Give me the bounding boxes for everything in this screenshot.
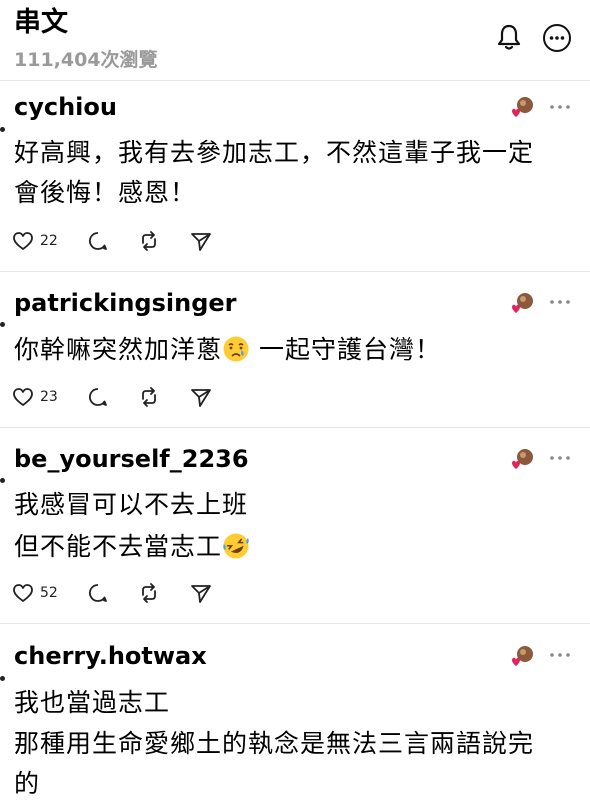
comment-icon[interactable] xyxy=(87,386,109,408)
thread-dot xyxy=(0,676,5,681)
thread-dot xyxy=(0,127,5,132)
like-count: 22 xyxy=(40,233,58,249)
repost-icon[interactable] xyxy=(138,230,160,252)
like-count: 52 xyxy=(40,585,58,601)
post-text-line: 但不能不去當志工 xyxy=(14,530,250,564)
post-username[interactable]: cherry.hotwax xyxy=(14,641,207,671)
heart-icon[interactable] xyxy=(12,230,34,252)
rolling-laughing-emoji xyxy=(223,533,249,559)
post-text-line: 那種用生命愛鄉土的執念是無法三言兩語說完 xyxy=(14,729,535,758)
post-text: 你幹嘛突然加洋蔥 xyxy=(14,335,223,364)
divider xyxy=(0,271,590,272)
page-title: 串文 xyxy=(14,7,68,38)
send-icon[interactable] xyxy=(190,582,212,604)
more-circle-icon[interactable] xyxy=(541,22,573,54)
post-text-line: 我也當過志工 xyxy=(14,688,171,717)
crying-face-emoji xyxy=(223,336,249,362)
thread-dot xyxy=(0,478,5,483)
ellipsis-icon[interactable] xyxy=(549,102,571,112)
repost-icon[interactable] xyxy=(138,582,160,604)
ellipsis-icon[interactable] xyxy=(549,453,571,463)
divider xyxy=(0,427,590,428)
comment-icon[interactable] xyxy=(87,230,109,252)
post-username[interactable]: patrickingsinger xyxy=(14,288,236,318)
author-avatar[interactable] xyxy=(509,290,535,316)
comment-icon[interactable] xyxy=(87,582,109,604)
view-count: 111,404次瀏覽 xyxy=(14,49,158,71)
post-text-line: 會後悔！感恩！ xyxy=(14,178,197,207)
bell-icon[interactable] xyxy=(494,22,524,52)
heart-icon[interactable] xyxy=(12,582,34,604)
divider xyxy=(0,80,590,81)
author-avatar[interactable] xyxy=(509,94,535,120)
author-avatar[interactable] xyxy=(509,446,535,472)
heart-icon[interactable] xyxy=(12,386,34,408)
post-username[interactable]: cychiou xyxy=(14,92,117,122)
post-text-line: 的 xyxy=(14,769,41,798)
post-text: 一起守護台灣！ xyxy=(250,335,441,364)
post-username[interactable]: be_yourself_2236 xyxy=(14,444,249,474)
repost-icon[interactable] xyxy=(138,386,160,408)
send-icon[interactable] xyxy=(190,230,212,252)
post-text-line: 好高興，我有去參加志工，不然這輩子我一定 xyxy=(14,138,535,167)
like-count: 23 xyxy=(40,389,58,405)
post-text: 但不能不去當志工 xyxy=(14,532,223,561)
thread-dot xyxy=(0,322,5,327)
post-text-line: 我感冒可以不去上班 xyxy=(14,490,249,519)
ellipsis-icon[interactable] xyxy=(549,650,571,660)
post-text-line: 你幹嘛突然加洋蔥 一起守護台灣！ xyxy=(14,333,441,367)
thread-header: 串文 111,404次瀏覽 xyxy=(0,0,590,80)
ellipsis-icon[interactable] xyxy=(549,297,571,307)
send-icon[interactable] xyxy=(190,386,212,408)
author-avatar[interactable] xyxy=(509,643,535,669)
divider xyxy=(0,623,590,624)
